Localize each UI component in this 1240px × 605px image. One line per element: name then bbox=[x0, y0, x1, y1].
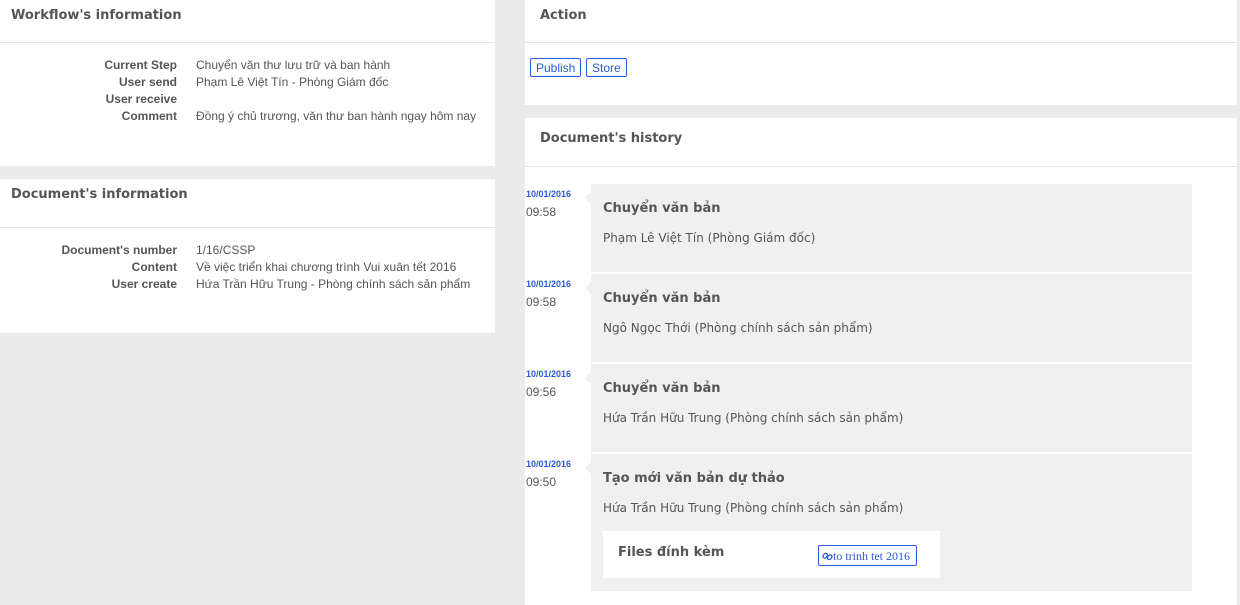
field-value: Hứa Trần Hữu Trung - Phòng chính sách sả… bbox=[196, 277, 471, 291]
history-date: 10/01/2016 bbox=[526, 369, 572, 379]
timeline-pointer bbox=[585, 372, 591, 384]
field-label: Comment bbox=[121, 109, 177, 123]
history-item-user: Hứa Trần Hữu Trung (Phòng chính sách sản… bbox=[603, 501, 904, 515]
history-date: 10/01/2016 bbox=[526, 459, 572, 469]
history-item-title: Chuyển văn bản bbox=[603, 291, 721, 306]
publish-button[interactable]: Publish bbox=[530, 58, 582, 77]
history-item: Tạo mới văn bản dự thảo Hứa Trần Hữu Tru… bbox=[585, 454, 1192, 591]
history-time: 09:50 bbox=[526, 475, 557, 489]
history-date: 10/01/2016 bbox=[526, 189, 572, 199]
workflow-row-user-send: User send Phạm Lê Việt Tín - Phòng Giám … bbox=[0, 74, 495, 91]
store-button[interactable]: Store bbox=[586, 58, 627, 77]
history-item: Chuyển văn bản Hứa Trần Hữu Trung (Phòng… bbox=[585, 364, 1192, 452]
attached-files-box: Files đính kèm to trinh tet 2016 bbox=[603, 531, 940, 578]
document-info-table: Document's number 1/16/CSSP Content Về v… bbox=[0, 242, 495, 293]
history-item-title: Tạo mới văn bản dự thảo bbox=[603, 471, 785, 486]
field-label: User send bbox=[118, 75, 177, 89]
document-row-content: Content Về việc triển khai chương trình … bbox=[0, 259, 495, 276]
field-label: Current Step bbox=[104, 58, 177, 72]
link-icon bbox=[822, 552, 833, 561]
history-item-title: Chuyển văn bản bbox=[603, 381, 721, 396]
history-item: Chuyển văn bản Phạm Lê Việt Tín (Phòng G… bbox=[585, 184, 1192, 272]
action-title: Action bbox=[540, 8, 587, 23]
field-label: Document's number bbox=[61, 243, 177, 257]
field-label: User receive bbox=[105, 92, 177, 106]
workflow-row-user-receive: User receive bbox=[0, 91, 495, 108]
divider bbox=[0, 227, 495, 228]
field-value: Phạm Lê Việt Tín - Phòng Giám đốc bbox=[196, 75, 389, 89]
history-time: 09:58 bbox=[526, 205, 557, 219]
field-value: Đồng ý chủ trương, văn thư ban hành ngay… bbox=[196, 109, 477, 123]
history-item-user: Ngô Ngọc Thới (Phòng chính sách sản phẩm… bbox=[603, 321, 873, 335]
history-item-title: Chuyển văn bản bbox=[603, 201, 721, 216]
history-item-user: Phạm Lê Việt Tín (Phòng Giám đốc) bbox=[603, 231, 816, 245]
history-title: Document's history bbox=[540, 131, 683, 146]
history-date: 10/01/2016 bbox=[526, 279, 572, 289]
field-label: User create bbox=[111, 277, 177, 291]
workflow-row-current-step: Current Step Chuyển văn thư lưu trữ và b… bbox=[0, 57, 495, 74]
document-row-user-create: User create Hứa Trần Hữu Trung - Phòng c… bbox=[0, 276, 495, 293]
document-info-title: Document's information bbox=[11, 187, 188, 202]
attachment-filename: to trinh tet 2016 bbox=[833, 549, 910, 563]
action-panel: Action Publish Store bbox=[525, 0, 1237, 105]
timeline-pointer bbox=[585, 282, 591, 294]
divider bbox=[0, 42, 495, 43]
workflow-info-panel: Workflow's information Current Step Chuy… bbox=[0, 0, 495, 166]
timeline-pointer bbox=[585, 192, 591, 204]
history-item-user: Hứa Trần Hữu Trung (Phòng chính sách sản… bbox=[603, 411, 904, 425]
field-value: 1/16/CSSP bbox=[196, 243, 256, 257]
workflow-row-comment: Comment Đồng ý chủ trương, văn thư ban h… bbox=[0, 108, 495, 125]
divider bbox=[525, 166, 1237, 167]
history-time: 09:58 bbox=[526, 295, 557, 309]
attachment-link[interactable]: to trinh tet 2016 bbox=[818, 545, 917, 566]
history-item: Chuyển văn bản Ngô Ngọc Thới (Phòng chín… bbox=[585, 274, 1192, 362]
workflow-info-title: Workflow's information bbox=[11, 8, 182, 23]
field-value: Chuyển văn thư lưu trữ và ban hành bbox=[196, 58, 391, 72]
timeline-pointer bbox=[585, 462, 591, 474]
document-info-panel: Document's information Document's number… bbox=[0, 179, 495, 333]
workflow-info-table: Current Step Chuyển văn thư lưu trữ và b… bbox=[0, 57, 495, 125]
field-value: Về việc triển khai chương trình Vui xuân… bbox=[196, 260, 457, 274]
history-time: 09:56 bbox=[526, 385, 557, 399]
divider bbox=[525, 42, 1237, 43]
document-row-number: Document's number 1/16/CSSP bbox=[0, 242, 495, 259]
attached-files-title: Files đính kèm bbox=[618, 545, 725, 560]
field-label: Content bbox=[131, 260, 177, 274]
